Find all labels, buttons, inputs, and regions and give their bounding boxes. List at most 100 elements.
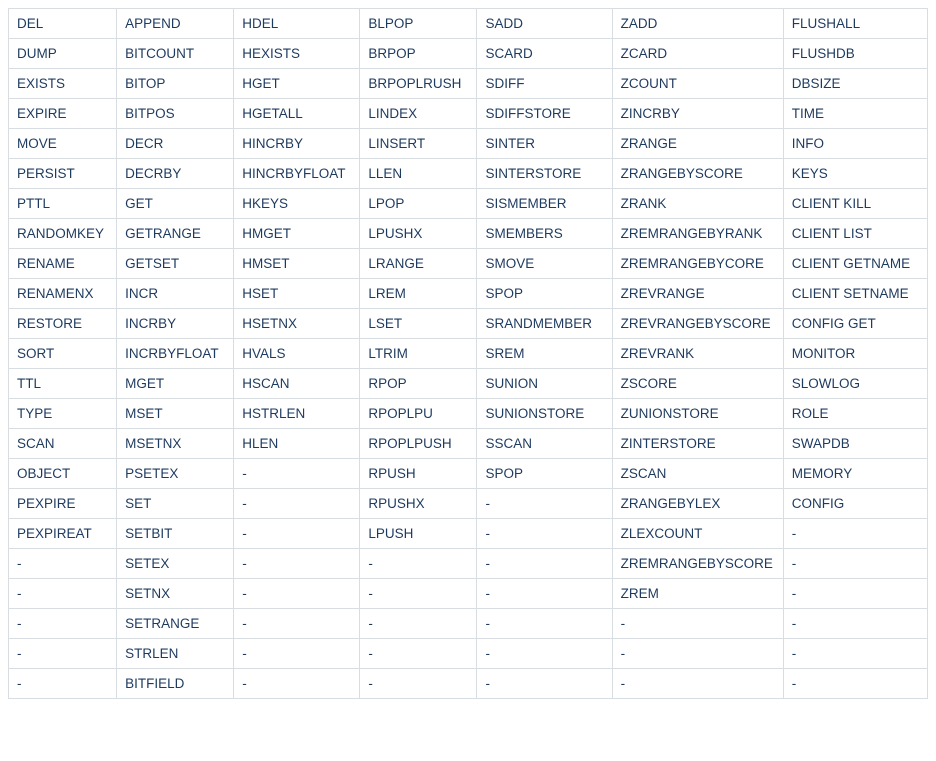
table-cell: ZREMRANGEBYSCORE	[612, 549, 783, 579]
table-cell: LREM	[360, 279, 477, 309]
table-cell: SWAPDB	[783, 429, 927, 459]
table-cell: -	[234, 489, 360, 519]
table-cell: ZSCAN	[612, 459, 783, 489]
table-cell: -	[360, 639, 477, 669]
table-cell: SCAN	[9, 429, 117, 459]
table-cell: -	[234, 639, 360, 669]
table-cell: ZUNIONSTORE	[612, 399, 783, 429]
table-row: EXISTSBITOPHGETBRPOPLRUSHSDIFFZCOUNTDBSI…	[9, 69, 928, 99]
table-cell: ZCARD	[612, 39, 783, 69]
table-cell: TTL	[9, 369, 117, 399]
table-cell: HINCRBY	[234, 129, 360, 159]
table-cell: BITFIELD	[117, 669, 234, 699]
table-cell: -	[477, 669, 612, 699]
table-row: TTLMGETHSCANRPOPSUNIONZSCORESLOWLOG	[9, 369, 928, 399]
table-cell: SETBIT	[117, 519, 234, 549]
table-cell: -	[477, 549, 612, 579]
table-row: -SETEX---ZREMRANGEBYSCORE-	[9, 549, 928, 579]
table-cell: KEYS	[783, 159, 927, 189]
table-cell: RPOP	[360, 369, 477, 399]
table-cell: HSETNX	[234, 309, 360, 339]
table-cell: BRPOP	[360, 39, 477, 69]
table-cell: -	[612, 669, 783, 699]
table-cell: -	[360, 579, 477, 609]
table-cell: SORT	[9, 339, 117, 369]
table-cell: -	[783, 549, 927, 579]
table-cell: ZRANGEBYSCORE	[612, 159, 783, 189]
table-cell: LPUSH	[360, 519, 477, 549]
table-cell: -	[783, 669, 927, 699]
table-cell: EXISTS	[9, 69, 117, 99]
table-cell: BRPOPLRUSH	[360, 69, 477, 99]
table-cell: INFO	[783, 129, 927, 159]
table-cell: LSET	[360, 309, 477, 339]
table-cell: ZADD	[612, 9, 783, 39]
table-row: RESTOREINCRBYHSETNXLSETSRANDMEMBERZREVRA…	[9, 309, 928, 339]
table-cell: OBJECT	[9, 459, 117, 489]
table-cell: CLIENT KILL	[783, 189, 927, 219]
table-cell: CLIENT SETNAME	[783, 279, 927, 309]
table-cell: TIME	[783, 99, 927, 129]
table-row: -SETNX---ZREM-	[9, 579, 928, 609]
table-cell: HGETALL	[234, 99, 360, 129]
table-cell: -	[783, 519, 927, 549]
table-cell: APPEND	[117, 9, 234, 39]
table-cell: RPUSHX	[360, 489, 477, 519]
table-cell: SPOP	[477, 279, 612, 309]
table-cell: HSCAN	[234, 369, 360, 399]
table-cell: INCR	[117, 279, 234, 309]
table-cell: DEL	[9, 9, 117, 39]
table-cell: SETEX	[117, 549, 234, 579]
table-cell: -	[234, 579, 360, 609]
table-cell: DUMP	[9, 39, 117, 69]
table-cell: ZREMRANGEBYCORE	[612, 249, 783, 279]
table-cell: LRANGE	[360, 249, 477, 279]
table-row: EXPIREBITPOSHGETALLLINDEXSDIFFSTOREZINCR…	[9, 99, 928, 129]
table-cell: -	[477, 639, 612, 669]
table-cell: CLIENT GETNAME	[783, 249, 927, 279]
table-cell: ZREMRANGEBYRANK	[612, 219, 783, 249]
table-cell: SPOP	[477, 459, 612, 489]
table-cell: -	[9, 669, 117, 699]
table-cell: -	[612, 639, 783, 669]
table-cell: RENAME	[9, 249, 117, 279]
table-cell: -	[477, 609, 612, 639]
table-cell: HDEL	[234, 9, 360, 39]
table-cell: -	[477, 489, 612, 519]
table-row: PERSISTDECRBYHINCRBYFLOATLLENSINTERSTORE…	[9, 159, 928, 189]
table-cell: GET	[117, 189, 234, 219]
table-cell: SINTER	[477, 129, 612, 159]
table-cell: PTTL	[9, 189, 117, 219]
table-cell: LINDEX	[360, 99, 477, 129]
table-cell: -	[783, 639, 927, 669]
table-cell: ZRANK	[612, 189, 783, 219]
table-cell: -	[783, 579, 927, 609]
table-cell: CLIENT LIST	[783, 219, 927, 249]
table-cell: GETRANGE	[117, 219, 234, 249]
table-cell: ZSCORE	[612, 369, 783, 399]
table-cell: -	[234, 669, 360, 699]
table-cell: ZREVRANGEBYSCORE	[612, 309, 783, 339]
table-cell: BITOP	[117, 69, 234, 99]
table-cell: MSETNX	[117, 429, 234, 459]
table-row: OBJECTPSETEX-RPUSHSPOPZSCANMEMORY	[9, 459, 928, 489]
table-cell: HVALS	[234, 339, 360, 369]
table-cell: ZRANGEBYLEX	[612, 489, 783, 519]
table-cell: ZINTERSTORE	[612, 429, 783, 459]
table-cell: PSETEX	[117, 459, 234, 489]
table-row: SCANMSETNXHLENRPOPLPUSHSSCANZINTERSTORES…	[9, 429, 928, 459]
table-cell: ZCOUNT	[612, 69, 783, 99]
table-cell: MONITOR	[783, 339, 927, 369]
table-cell: ZREVRANK	[612, 339, 783, 369]
table-cell: SUNIONSTORE	[477, 399, 612, 429]
table-row: PTTLGETHKEYSLPOPSISMEMBERZRANKCLIENT KIL…	[9, 189, 928, 219]
table-cell: SSCAN	[477, 429, 612, 459]
table-cell: SUNION	[477, 369, 612, 399]
table-cell: HSET	[234, 279, 360, 309]
table-cell: RPUSH	[360, 459, 477, 489]
table-cell: PEXPIREAT	[9, 519, 117, 549]
table-cell: SETRANGE	[117, 609, 234, 639]
table-cell: MOVE	[9, 129, 117, 159]
table-cell: DECRBY	[117, 159, 234, 189]
table-cell: INCRBYFLOAT	[117, 339, 234, 369]
